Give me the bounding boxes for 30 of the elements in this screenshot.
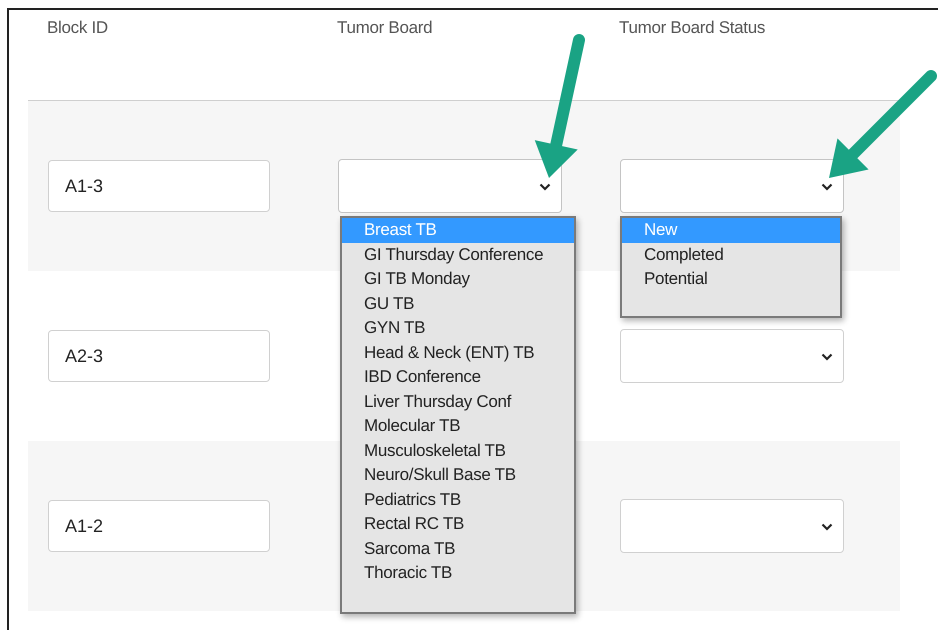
dropdown-option[interactable]: Musculoskeletal TB <box>342 438 574 463</box>
dropdown-field[interactable] <box>620 499 844 553</box>
dropdown-option[interactable]: Thoracic TB <box>342 561 574 586</box>
dropdown-option[interactable]: Liver Thursday Conf <box>342 390 574 414</box>
dropdown-option[interactable]: IBD Conference <box>342 365 574 390</box>
dropdown-option[interactable]: Sarcoma TB <box>342 536 574 561</box>
dropdown-field[interactable] <box>620 329 844 383</box>
text-field[interactable]: A1-2 <box>48 500 270 552</box>
dropdown-option[interactable]: Completed <box>622 242 840 267</box>
chevron-icon <box>821 353 833 361</box>
dropdown-option[interactable]: Potential <box>622 267 840 292</box>
dropdown-field[interactable] <box>338 159 562 213</box>
dropdown-option[interactable]: Rectal RC TB <box>342 512 574 536</box>
chevron-icon <box>821 183 833 191</box>
text-field[interactable]: A1-3 <box>48 160 270 212</box>
column-header: Tumor Board Status <box>619 18 766 39</box>
column-header: Block ID <box>47 18 109 39</box>
chevron-icon <box>821 523 833 531</box>
dropdown-option[interactable]: Molecular TB <box>342 414 574 438</box>
dropdown-option[interactable]: GI TB Monday <box>342 267 574 292</box>
dropdown-option[interactable]: Neuro/Skull Base TB <box>342 463 574 488</box>
dropdown-option[interactable]: GYN TB <box>342 316 574 340</box>
dropdown-option[interactable]: GU TB <box>342 292 574 316</box>
dropdown-option[interactable]: Pediatrics TB <box>342 488 574 512</box>
text-field[interactable]: A2-3 <box>48 330 270 382</box>
dropdown-option[interactable]: GI Thursday Conference <box>342 242 574 267</box>
chevron-icon <box>539 183 551 191</box>
dropdown-field[interactable] <box>620 159 844 213</box>
column-header: Tumor Board <box>337 18 434 39</box>
dropdown-option[interactable]: Head & Neck (ENT) TB <box>342 340 574 365</box>
